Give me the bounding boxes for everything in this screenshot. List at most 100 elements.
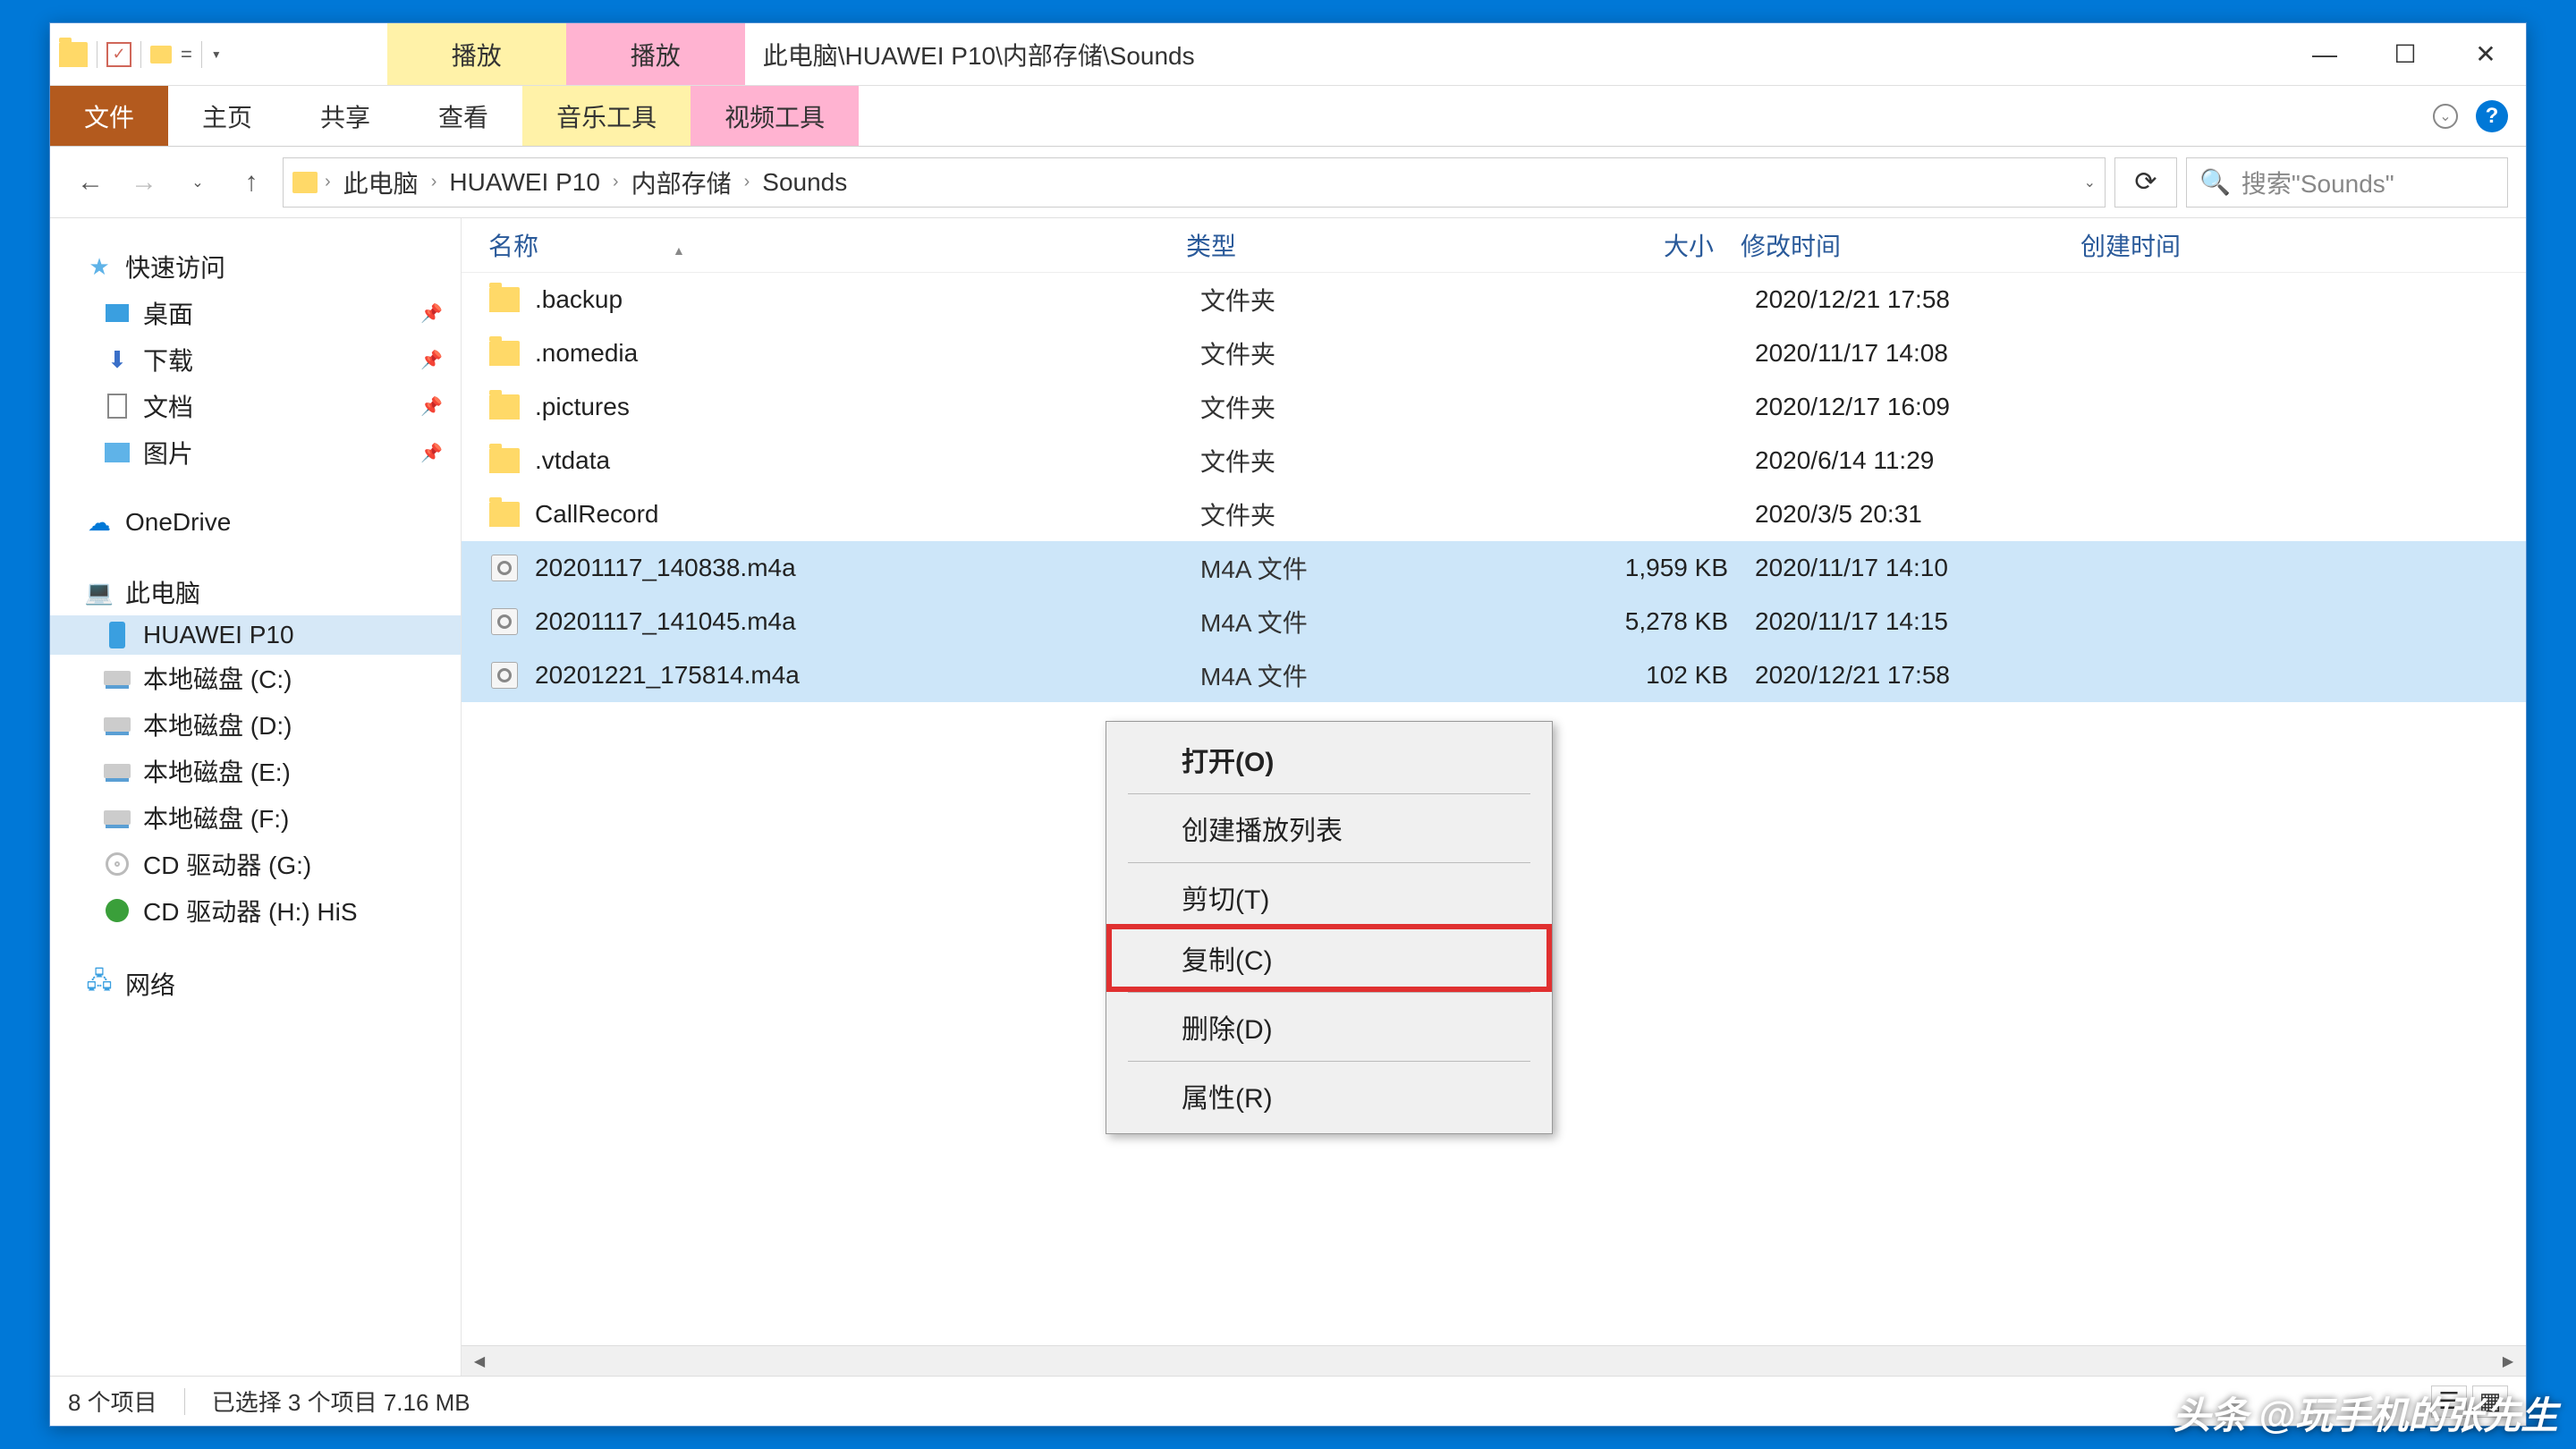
column-size[interactable]: 大小: [1562, 227, 1741, 263]
file-name: 20201221_175814.m4a: [535, 661, 1200, 690]
context-delete[interactable]: 删除(D): [1110, 996, 1548, 1057]
sidebar-label: CD 驱动器 (G:): [143, 846, 311, 882]
file-row[interactable]: 20201117_141045.m4aM4A 文件5,278 KB2020/11…: [462, 595, 2526, 648]
tab-music-tools[interactable]: 音乐工具: [522, 86, 691, 146]
search-input[interactable]: 🔍 搜索"Sounds": [2186, 157, 2508, 208]
chevron-right-icon[interactable]: ›: [431, 172, 437, 192]
back-button[interactable]: ←: [68, 160, 113, 205]
context-copy[interactable]: 复制(C): [1110, 928, 1548, 988]
sidebar-pictures[interactable]: 图片📌: [50, 429, 461, 476]
tab-view[interactable]: 查看: [404, 86, 522, 146]
folder-icon[interactable]: [150, 46, 172, 64]
ribbon-tabs: 文件 主页 共享 查看 音乐工具 视频工具 ⌄ ?: [50, 86, 2526, 147]
sidebar-label: 本地磁盘 (F:): [143, 800, 289, 835]
horizontal-scrollbar[interactable]: ◀ ▶: [462, 1345, 2526, 1376]
file-size: 1,959 KB: [1576, 554, 1755, 582]
breadcrumb-bar[interactable]: › 此电脑 › HUAWEI P10 › 内部存储 › Sounds ⌄: [283, 157, 2106, 208]
folder-icon: [292, 172, 318, 193]
sidebar-phone[interactable]: HUAWEI P10: [50, 615, 461, 655]
close-button[interactable]: ✕: [2445, 23, 2526, 85]
sidebar-cd-h[interactable]: CD 驱动器 (H:) HiS: [50, 887, 461, 934]
file-row[interactable]: .pictures文件夹2020/12/17 16:09: [462, 380, 2526, 434]
folder-icon: [488, 445, 521, 477]
chevron-right-icon[interactable]: ›: [325, 172, 331, 192]
file-row[interactable]: 20201221_175814.m4aM4A 文件102 KB2020/12/2…: [462, 648, 2526, 702]
sidebar-quick-access[interactable]: ★快速访问: [50, 243, 461, 290]
scroll-right-icon[interactable]: ▶: [2496, 1352, 2521, 1370]
pin-icon: 📌: [420, 302, 443, 325]
file-row[interactable]: 20201117_140838.m4aM4A 文件1,959 KB2020/11…: [462, 541, 2526, 595]
checkbox-icon[interactable]: ✓: [106, 42, 131, 67]
status-item-count: 8 个项目: [68, 1385, 157, 1418]
context-cut[interactable]: 剪切(T): [1110, 867, 1548, 928]
sidebar-desktop[interactable]: 桌面 📌: [50, 290, 461, 336]
column-modified[interactable]: 修改时间: [1741, 227, 2080, 263]
context-tab-play-music: 播放: [387, 23, 566, 85]
breadcrumb-item[interactable]: 此电脑: [338, 165, 424, 200]
sidebar-drive-f[interactable]: 本地磁盘 (F:): [50, 794, 461, 841]
sidebar-label: 下载: [143, 342, 193, 377]
up-button[interactable]: ↑: [229, 160, 274, 205]
chevron-down-icon[interactable]: ▼: [211, 48, 222, 61]
sidebar-onedrive[interactable]: ☁OneDrive: [50, 503, 461, 542]
breadcrumb-item[interactable]: HUAWEI P10: [444, 168, 606, 197]
chevron-down-icon[interactable]: ⌄: [2084, 174, 2096, 191]
file-name: 20201117_141045.m4a: [535, 607, 1200, 636]
breadcrumb-item[interactable]: Sounds: [757, 168, 852, 197]
breadcrumb-item[interactable]: 内部存储: [626, 165, 737, 200]
file-type: 文件夹: [1200, 443, 1576, 479]
sidebar-label: OneDrive: [125, 508, 231, 537]
sidebar-drive-d[interactable]: 本地磁盘 (D:): [50, 701, 461, 748]
context-create-playlist[interactable]: 创建播放列表: [1110, 798, 1548, 859]
sidebar-drive-e[interactable]: 本地磁盘 (E:): [50, 748, 461, 794]
refresh-button[interactable]: ⟳: [2114, 157, 2177, 208]
sidebar-documents[interactable]: 文档📌: [50, 383, 461, 429]
file-size: 5,278 KB: [1576, 607, 1755, 636]
navigation-sidebar: ★快速访问 桌面 📌 ⬇下载📌 文档📌 图片📌 ☁OneDrive 💻此电脑 HU…: [50, 218, 462, 1376]
column-created[interactable]: 创建时间: [2080, 227, 2499, 263]
sidebar-this-pc[interactable]: 💻此电脑: [50, 569, 461, 615]
sidebar-cd-g[interactable]: CD 驱动器 (G:): [50, 841, 461, 887]
status-selection: 已选择 3 个项目 7.16 MB: [212, 1385, 470, 1418]
sidebar-drive-c[interactable]: 本地磁盘 (C:): [50, 655, 461, 701]
sidebar-label: HUAWEI P10: [143, 621, 294, 649]
chevron-right-icon[interactable]: ›: [744, 172, 750, 192]
column-type[interactable]: 类型: [1186, 227, 1562, 263]
chevron-right-icon[interactable]: ›: [613, 172, 619, 192]
scroll-left-icon[interactable]: ◀: [467, 1352, 492, 1370]
file-row[interactable]: .vtdata文件夹2020/6/14 11:29: [462, 434, 2526, 487]
context-open[interactable]: 打开(O): [1110, 729, 1548, 790]
tab-share[interactable]: 共享: [286, 86, 404, 146]
sidebar-network[interactable]: 🖧网络: [50, 961, 461, 1007]
maximize-button[interactable]: ☐: [2365, 23, 2445, 85]
forward-button[interactable]: →: [122, 160, 166, 205]
help-icon[interactable]: ?: [2476, 100, 2508, 132]
file-row[interactable]: .nomedia文件夹2020/11/17 14:08: [462, 326, 2526, 380]
file-row[interactable]: CallRecord文件夹2020/3/5 20:31: [462, 487, 2526, 541]
sidebar-label: 此电脑: [125, 574, 200, 610]
tab-home[interactable]: 主页: [168, 86, 286, 146]
status-bar: 8 个项目 已选择 3 个项目 7.16 MB ☰ ▦: [50, 1376, 2526, 1426]
separator: [1128, 862, 1530, 863]
sidebar-downloads[interactable]: ⬇下载📌: [50, 336, 461, 383]
title-bar: ✓ = ▼ 播放 播放 此电脑\HUAWEI P10\内部存储\Sounds —…: [50, 23, 2526, 86]
audio-file-icon: [488, 606, 521, 638]
audio-file-icon: [488, 659, 521, 691]
sidebar-label: 本地磁盘 (C:): [143, 660, 292, 696]
minimize-button[interactable]: —: [2284, 23, 2365, 85]
file-type: M4A 文件: [1200, 657, 1576, 693]
sidebar-label: 网络: [125, 966, 175, 1002]
window-controls: — ☐ ✕: [2284, 23, 2526, 85]
column-name[interactable]: 名称▲: [488, 227, 1186, 263]
separator: [184, 1388, 185, 1415]
file-row[interactable]: .backup文件夹2020/12/21 17:58: [462, 273, 2526, 326]
tab-file[interactable]: 文件: [50, 86, 168, 146]
context-properties[interactable]: 属性(R): [1110, 1065, 1548, 1126]
file-type: M4A 文件: [1200, 550, 1576, 586]
recent-dropdown[interactable]: ⌄: [175, 160, 220, 205]
sidebar-label: 桌面: [143, 295, 193, 331]
expand-ribbon-icon[interactable]: ⌄: [2433, 104, 2458, 129]
tab-video-tools[interactable]: 视频工具: [691, 86, 859, 146]
equals-icon[interactable]: =: [181, 43, 192, 66]
folder-icon: [488, 284, 521, 316]
